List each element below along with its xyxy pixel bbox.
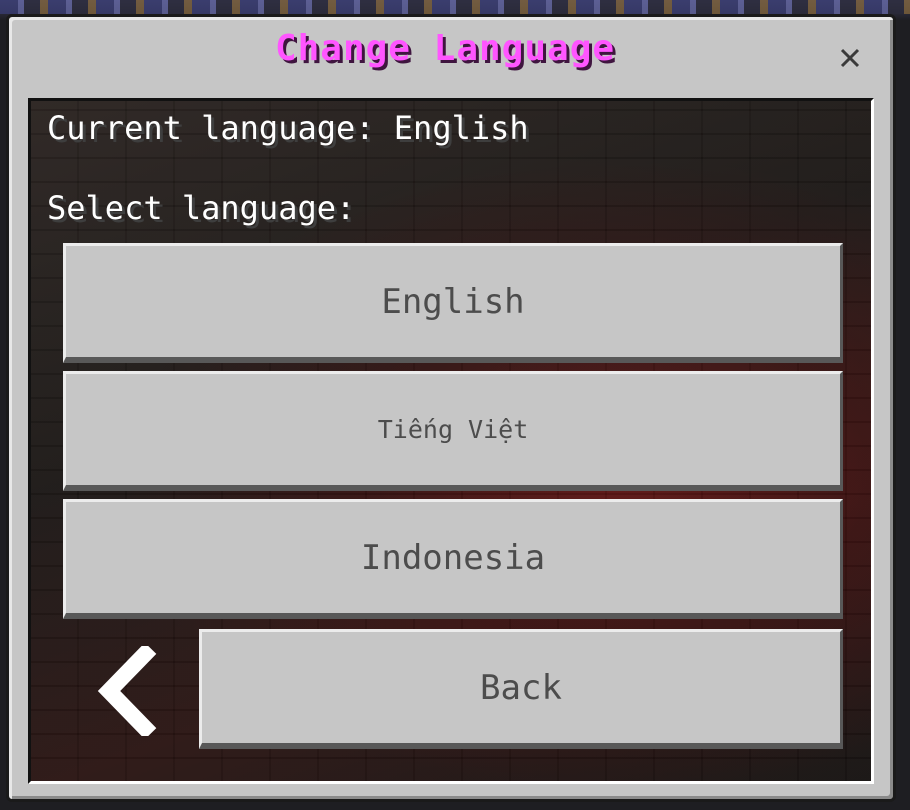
language-panel: Current language: English Select languag…: [28, 98, 874, 784]
back-button[interactable]: Back: [199, 629, 843, 749]
close-icon: [840, 48, 860, 68]
chevron-left-icon[interactable]: [93, 646, 163, 736]
language-button-tieng-viet[interactable]: Tiếng Việt: [63, 371, 843, 491]
language-button-english[interactable]: English: [63, 243, 843, 363]
background-scene-strip: [0, 0, 910, 14]
current-language-label: Current language: English: [47, 109, 529, 147]
select-language-label: Select language:: [47, 189, 356, 227]
close-button[interactable]: [832, 40, 868, 76]
dialog-title: Change Language: [274, 28, 616, 69]
language-button-indonesia[interactable]: Indonesia: [63, 499, 843, 619]
